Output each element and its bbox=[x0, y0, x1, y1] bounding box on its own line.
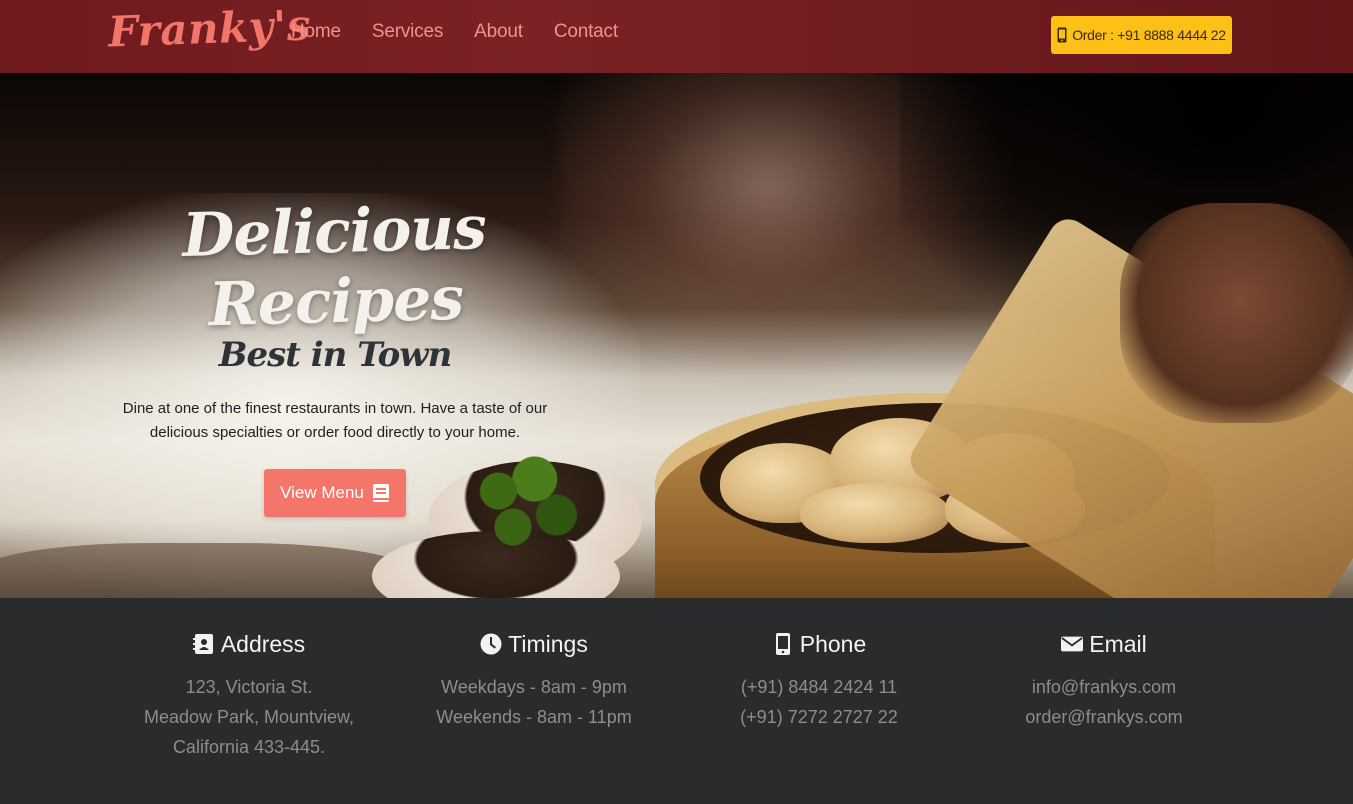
phone-number[interactable]: (+91) 7272 2727 22 bbox=[674, 702, 964, 732]
phone-lines: (+91) 8484 2424 11 (+91) 7272 2727 22 bbox=[674, 672, 964, 732]
nav-links: Home Services About Contact bbox=[291, 21, 618, 43]
mobile-phone-icon bbox=[775, 633, 790, 655]
timings-title: Timings bbox=[508, 630, 588, 657]
nav-link-home[interactable]: Home bbox=[291, 21, 341, 43]
timings-line: Weekdays - 8am - 9pm bbox=[441, 677, 627, 697]
email-lines: info@frankys.com order@frankys.com bbox=[959, 672, 1249, 732]
phone-title: Phone bbox=[799, 630, 867, 657]
address-lines: 123, Victoria St. Meadow Park, Mountview… bbox=[104, 672, 394, 762]
mobile-phone-icon bbox=[1057, 27, 1067, 43]
hero-banner: Delicious Recipes Best in Town Dine at o… bbox=[0, 73, 1353, 598]
hero-description-line: delicious specialties or order food dire… bbox=[149, 424, 521, 441]
timings-column: Timings Weekdays - 8am - 9pm Weekends - … bbox=[389, 628, 679, 732]
envelope-icon bbox=[1061, 636, 1084, 652]
navbar: Franky's Home Services About Contact Ord… bbox=[0, 0, 1353, 73]
order-phone-button[interactable]: Order : +91 8888 4444 22 bbox=[1051, 16, 1232, 54]
phone-number[interactable]: (+91) 8484 2424 11 bbox=[674, 672, 964, 702]
timings-lines: Weekdays - 8am - 9pm Weekends - 8am - 11… bbox=[389, 672, 679, 732]
address-line: California 433-445. bbox=[172, 737, 326, 757]
clock-icon bbox=[480, 633, 502, 655]
view-menu-label: View Menu bbox=[280, 483, 364, 502]
contact-info-section: Address 123, Victoria St. Meadow Park, M… bbox=[0, 598, 1353, 804]
wooden-board-graphic bbox=[0, 543, 410, 598]
nav-link-contact[interactable]: Contact bbox=[554, 21, 618, 43]
email-column: Email info@frankys.com order@frankys.com bbox=[959, 628, 1249, 732]
hero-description: Dine at one of the finest restaurants in… bbox=[120, 397, 550, 445]
address-line: Meadow Park, Mountview, bbox=[143, 707, 355, 727]
book-icon bbox=[372, 484, 389, 502]
timings-heading: Timings bbox=[389, 628, 679, 660]
timings-line: Weekends - 8am - 11pm bbox=[436, 707, 632, 727]
address-column: Address 123, Victoria St. Meadow Park, M… bbox=[104, 628, 394, 762]
nav-link-services[interactable]: Services bbox=[372, 21, 443, 43]
address-line: 123, Victoria St. bbox=[185, 677, 313, 697]
nav-link-about[interactable]: About bbox=[474, 21, 523, 43]
address-title: Address bbox=[220, 630, 306, 657]
phone-heading: Phone bbox=[674, 628, 964, 660]
view-menu-button[interactable]: View Menu bbox=[264, 469, 406, 517]
email-address[interactable]: order@frankys.com bbox=[959, 702, 1249, 732]
address-book-icon bbox=[192, 634, 213, 654]
phone-column: Phone (+91) 8484 2424 11 (+91) 7272 2727… bbox=[674, 628, 964, 732]
email-heading: Email bbox=[959, 628, 1249, 660]
dumpling-graphic bbox=[800, 483, 950, 543]
hero-content: Delicious Recipes Best in Town Dine at o… bbox=[120, 193, 550, 517]
address-heading: Address bbox=[104, 628, 394, 660]
order-phone-label: Order : +91 8888 4444 22 bbox=[1072, 27, 1226, 43]
brand-logo[interactable]: Franky's bbox=[107, 0, 312, 56]
email-title: Email bbox=[1089, 630, 1147, 657]
email-address[interactable]: info@frankys.com bbox=[959, 672, 1249, 702]
hero-subtitle: Best in Town bbox=[218, 335, 453, 375]
hand-graphic bbox=[1120, 203, 1353, 423]
hero-description-line: Dine at one of the finest restaurants in… bbox=[122, 400, 548, 417]
hero-title: Delicious Recipes bbox=[181, 193, 487, 341]
